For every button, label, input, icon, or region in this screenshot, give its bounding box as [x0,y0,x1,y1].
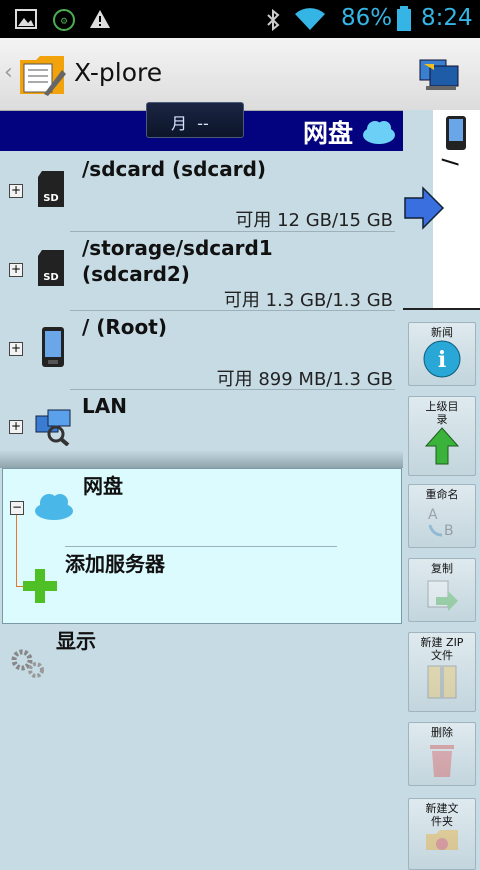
svg-text:B: B [444,523,454,539]
delete-button[interactable]: 删除 [408,722,476,786]
app-notification-icon: ⚙ [53,9,75,31]
back-chevron-icon[interactable]: ‹ [4,60,13,85]
svg-text:SD: SD [43,272,59,283]
zip-icon [427,665,457,699]
gallery-icon [15,9,37,29]
news-label: 新闻 [431,326,453,339]
storage-name: /sdcard (sdcard) [82,157,267,181]
display-settings-item[interactable]: 显示 [0,624,403,684]
storage-name: / (Root) [82,315,167,339]
phone-icon [42,327,64,367]
new-folder-button[interactable]: 新建文件夹 [408,798,476,870]
app-title: X-plore [74,58,163,87]
collapse-icon[interactable]: − [10,501,24,515]
storage-space: 可用 12 GB/15 GB [235,210,393,231]
date-text: 月 -- [171,114,209,133]
list-item-sdcard[interactable]: + SD /sdcard (sdcard) 可用 12 GB/15 GB [0,151,403,231]
copy-direction-arrow-icon[interactable] [403,186,447,230]
storage-space: 可用 899 MB/1.3 GB [216,369,393,390]
cloud-icon [363,121,395,144]
warning-icon [90,10,110,28]
list-item-root[interactable]: + / (Root) 可用 899 MB/1.3 GB [0,311,403,390]
expand-icon[interactable]: + [9,263,23,277]
storage-name-line1: /storage/sdcard1 [82,236,273,260]
network-name: LAN [82,394,127,418]
trash-icon [430,745,454,777]
list-item-sdcard1[interactable]: + SD /storage/sdcard1 (sdcard2) 可用 1.3 G… [0,232,403,311]
list-item-lan[interactable]: + LAN [0,390,403,450]
battery-percentage: 86% [341,5,393,31]
second-pane-path: / [438,158,463,166]
copy-icon [427,580,458,611]
delete-label: 删除 [431,726,453,739]
new-zip-button[interactable]: 新建 ZIP 文件 [408,632,476,712]
netdisk-name: 网盘 [83,474,123,498]
section-shadow [0,450,403,468]
copy-label: 复制 [431,562,453,575]
right-panel: / 新闻 i 上级目录 重命名 AB 复制 新建 ZIP 文件 删除 新建文件夹 [403,110,480,870]
date-indicator: 月 -- [146,102,244,138]
new-folder-icon [426,830,458,850]
display-label: 显示 [56,629,96,653]
expand-icon[interactable]: + [9,420,23,434]
title-bar: ‹ X-plore [0,38,480,111]
cloud-icon [35,494,73,520]
sd-card-icon: SD [38,250,64,286]
news-button[interactable]: 新闻 i [408,322,476,386]
app-logo-icon[interactable] [18,50,68,100]
parent-dir-label: 上级目录 [425,400,459,426]
info-icon: i [423,340,461,378]
status-bar: ⚙ 86% 8:24 [0,0,480,38]
rename-button[interactable]: 重命名 AB [408,484,476,548]
storage-space: 可用 1.3 GB/1.3 GB [223,290,393,311]
parent-dir-button[interactable]: 上级目录 [408,396,476,476]
rename-label: 重命名 [425,488,459,501]
svg-text:i: i [438,347,446,373]
bluetooth-icon [267,8,280,32]
lan-search-icon [35,409,71,446]
up-arrow-icon [424,427,460,465]
svg-text:⚙: ⚙ [60,17,68,27]
add-server-item[interactable]: 添加服务器 [3,547,401,623]
expand-icon[interactable]: + [9,184,23,198]
new-zip-label: 新建 ZIP 文件 [420,636,464,662]
svg-text:SD: SD [43,193,59,204]
sd-card-icon: SD [38,171,64,207]
netdisk-section[interactable]: − 网盘 添加服务器 [2,468,402,624]
gear-icon [11,649,44,678]
panel-header-title: 网盘 [302,119,353,148]
new-folder-label: 新建文件夹 [425,802,459,828]
divider [403,308,480,310]
storage-name-line2: (sdcard2) [82,262,190,286]
dual-pane-toggle-icon[interactable] [418,56,460,92]
add-icon [23,569,57,603]
add-server-label: 添加服务器 [65,552,165,576]
phone-icon [446,116,466,150]
copy-button[interactable]: 复制 [408,558,476,622]
battery-icon [397,6,411,31]
wifi-icon [295,8,325,30]
rename-icon: AB [428,507,454,539]
clock: 8:24 [421,5,473,31]
expand-icon[interactable]: + [9,342,23,356]
svg-text:A: A [428,507,438,523]
